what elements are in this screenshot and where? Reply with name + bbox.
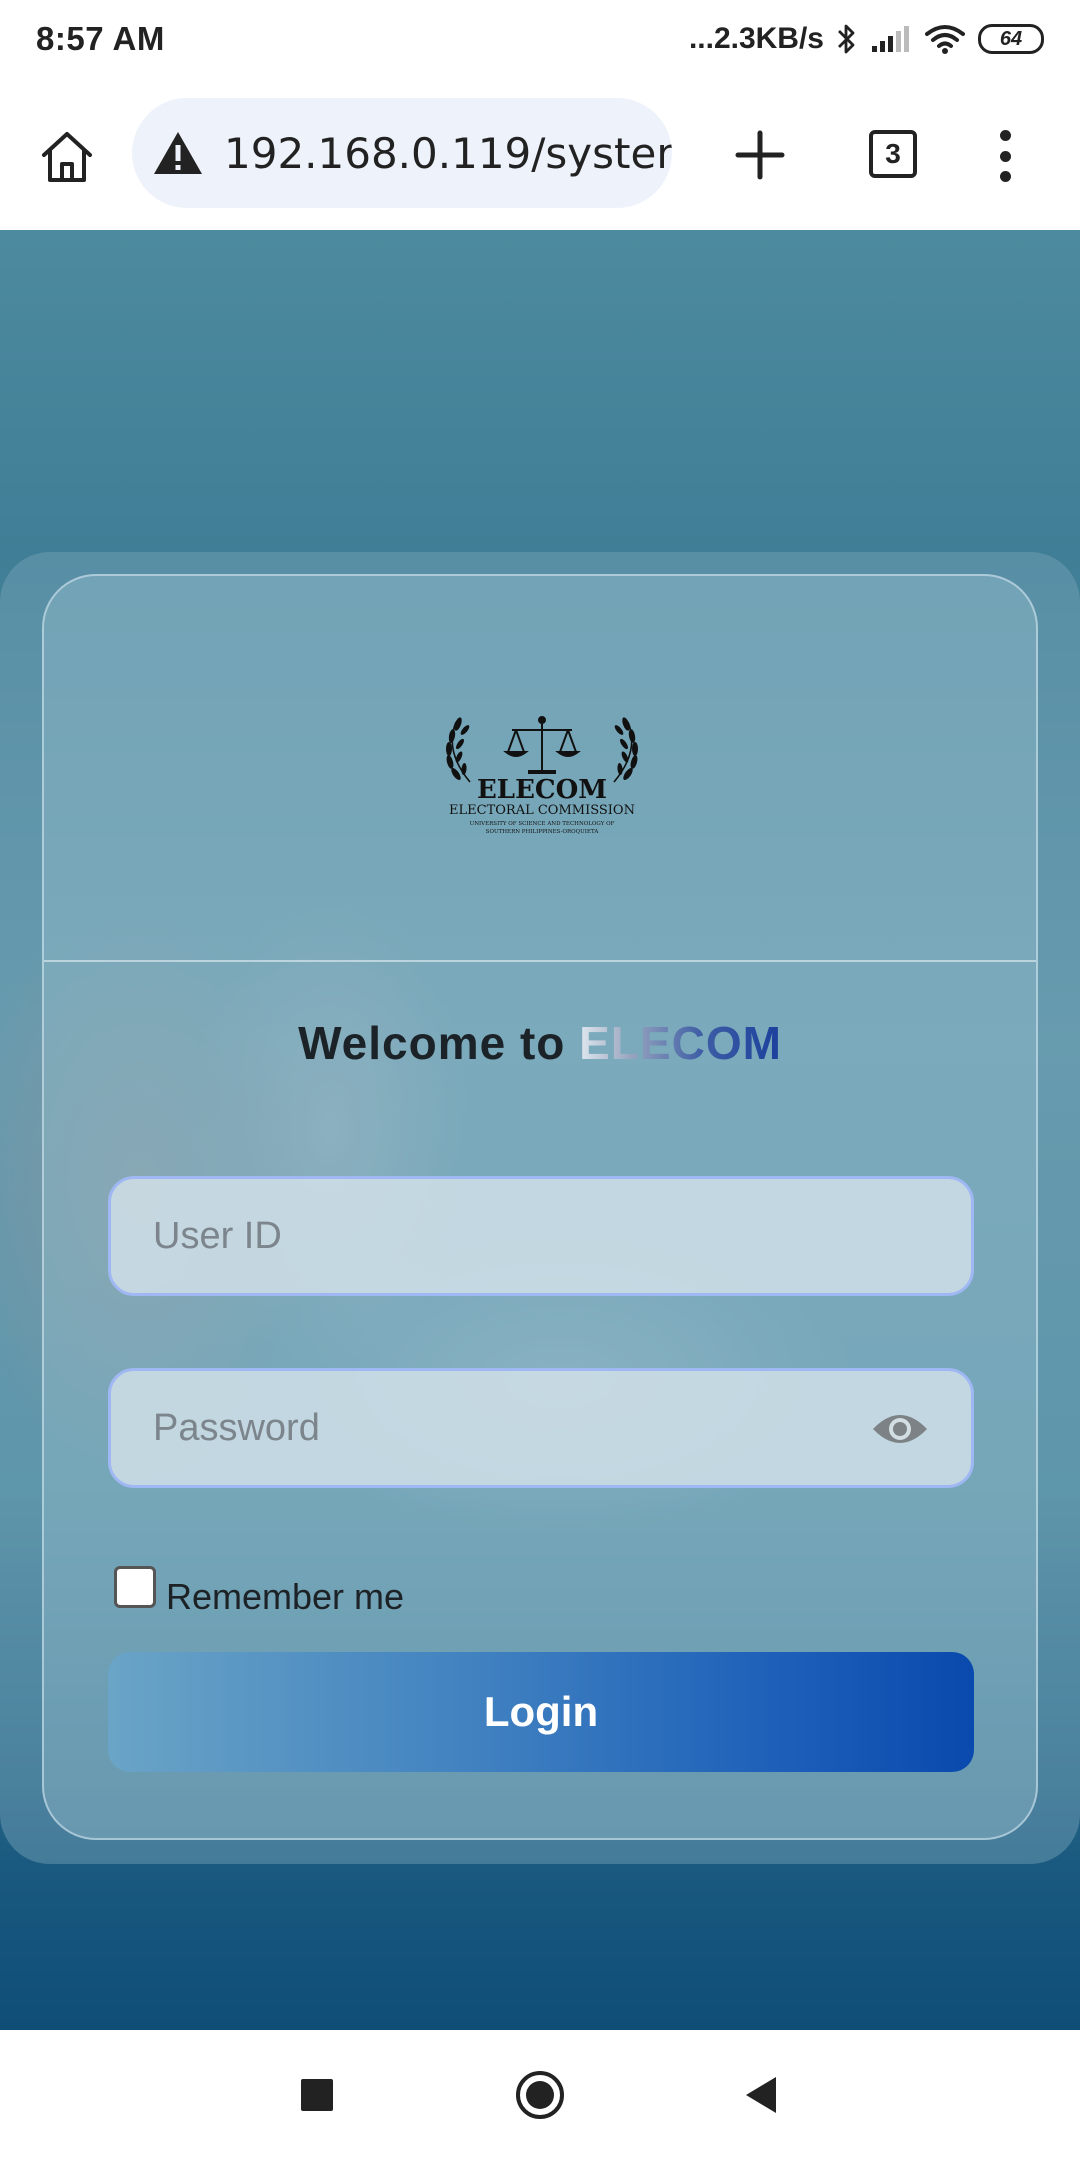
browser-toolbar: 192.168.0.119/system 3 bbox=[0, 78, 1080, 230]
back-nav-button[interactable] bbox=[727, 2062, 793, 2128]
home-circle-icon bbox=[516, 2071, 564, 2119]
remember-me: Remember me bbox=[114, 1566, 404, 1618]
wifi-icon bbox=[925, 25, 965, 54]
network-speed: ...2.3KB/s bbox=[688, 22, 824, 55]
logo-title: ELECOM bbox=[477, 775, 607, 805]
warning-icon[interactable] bbox=[150, 125, 206, 181]
welcome-brand: ELECOM bbox=[579, 1017, 782, 1069]
login-button[interactable]: Login bbox=[108, 1652, 974, 1772]
battery-icon: 64 bbox=[978, 24, 1044, 54]
welcome-prefix: Welcome to bbox=[298, 1017, 580, 1069]
tab-switcher-icon[interactable]: 3 bbox=[869, 130, 917, 178]
password-field[interactable] bbox=[108, 1368, 974, 1488]
elecom-logo: ELECOM ELECTORAL COMMISSION UNIVERSITY O… bbox=[446, 716, 638, 835]
home-icon bbox=[42, 132, 92, 182]
logo-subtitle: ELECTORAL COMMISSION bbox=[449, 803, 635, 818]
page-background: ELECOM ELECTORAL COMMISSION UNIVERSITY O… bbox=[0, 230, 1080, 2030]
card-divider bbox=[44, 960, 1036, 962]
password-input[interactable] bbox=[153, 1406, 853, 1450]
plus-icon bbox=[735, 130, 785, 180]
recent-apps-button[interactable] bbox=[284, 2062, 350, 2128]
remember-me-checkbox[interactable] bbox=[114, 1566, 156, 1608]
url-text: 192.168.0.119/system bbox=[224, 128, 672, 178]
system-navigation-bar bbox=[0, 2030, 1080, 2160]
status-bar: 8:57 AM ...2.3KB/s 64 bbox=[0, 0, 1080, 78]
back-icon bbox=[746, 2077, 776, 2113]
status-time: 8:57 AM bbox=[36, 20, 165, 57]
user-id-field[interactable] bbox=[108, 1176, 974, 1296]
welcome-heading: Welcome to ELECOM bbox=[44, 1016, 1036, 1070]
eye-icon[interactable] bbox=[871, 1407, 929, 1451]
status-icons: ...2.3KB/s 64 bbox=[689, 22, 1044, 56]
browser-home-button[interactable] bbox=[36, 126, 98, 188]
signal-icon bbox=[872, 26, 909, 52]
recent-apps-icon bbox=[301, 2079, 333, 2111]
bluetooth-icon bbox=[838, 24, 855, 54]
more-vert-icon[interactable] bbox=[990, 126, 1020, 186]
new-tab-button[interactable] bbox=[732, 120, 788, 190]
logo-caption-1: UNIVERSITY OF SCIENCE AND TECHNOLOGY OF bbox=[470, 821, 615, 827]
home-nav-button[interactable] bbox=[507, 2062, 573, 2128]
address-bar[interactable]: 192.168.0.119/system bbox=[132, 98, 672, 208]
user-id-input[interactable] bbox=[153, 1214, 853, 1258]
remember-me-label[interactable]: Remember me bbox=[166, 1576, 404, 1618]
logo-caption-2: SOUTHERN PHILIPPINES-OROQUIETA bbox=[486, 829, 600, 835]
login-card: ELECOM ELECTORAL COMMISSION UNIVERSITY O… bbox=[42, 574, 1038, 1840]
